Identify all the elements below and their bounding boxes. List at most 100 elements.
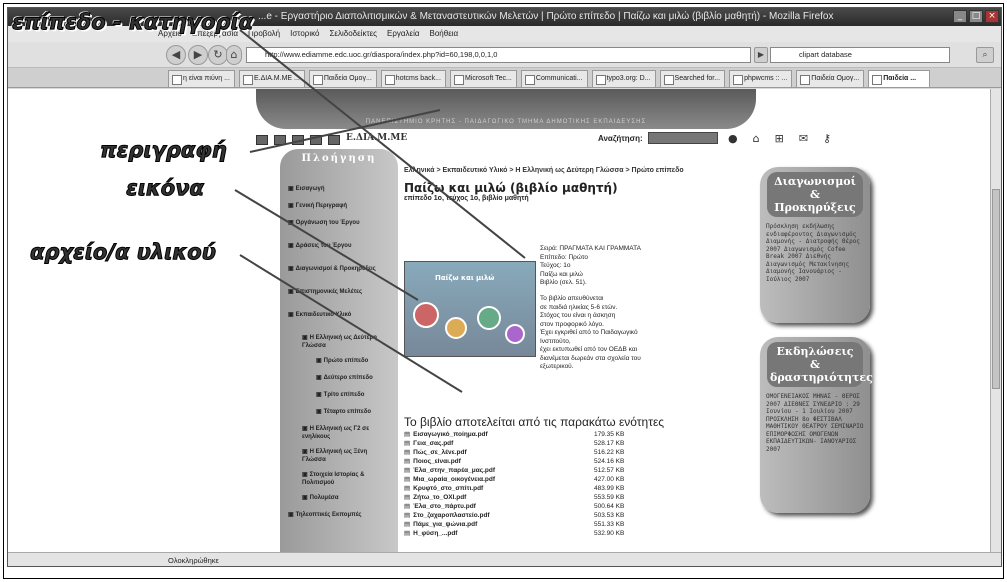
tab-1[interactable]: E.ΔΙΑ.Μ.ΜΕ ... xyxy=(238,70,305,87)
file-size: 532.90 KB xyxy=(594,530,625,537)
home-icon[interactable]: ⌂ xyxy=(753,132,760,145)
file-link[interactable]: Γεια_σας.pdf xyxy=(404,439,453,448)
menu-history[interactable]: Ιστορικό xyxy=(290,26,319,42)
go-icon[interactable]: ● xyxy=(728,132,738,145)
flower-icon xyxy=(413,302,439,328)
search-icon[interactable]: ⌕ xyxy=(976,47,994,63)
file-link[interactable]: Κρυφτό_στο_σπίτι.pdf xyxy=(404,484,483,493)
panel-events: Εκδηλώσεις & δραστηριότητες ΟΜΟΓΕΝΕΙΑΚΟΣ… xyxy=(760,337,873,513)
sidebar-item[interactable]: Τηλεοπτικές Εκπομπές xyxy=(288,511,392,519)
breadcrumb[interactable]: Ελληνικά > Εκπαιδευτικό Υλικό > Η Ελληνι… xyxy=(404,167,684,174)
sidebar-item[interactable]: Οργάνωση του Έργου xyxy=(288,219,392,227)
menu-tools[interactable]: Εργαλεία xyxy=(387,26,419,42)
view-icon-5[interactable] xyxy=(328,135,340,145)
window-controls: _ □ × xyxy=(953,10,999,23)
tab-4[interactable]: Microsoft Tec... xyxy=(449,70,517,87)
file-row: Πάμε_για_ψώνια.pdf 551.33 KB xyxy=(404,520,644,529)
file-link[interactable]: Πάμε_για_ψώνια.pdf xyxy=(404,520,477,529)
tab-0[interactable]: η είναι πιύνη ... xyxy=(168,70,235,87)
maximize-button[interactable]: □ xyxy=(969,10,983,23)
file-link[interactable]: Πώς_σε_λένε.pdf xyxy=(404,448,467,457)
sidebar-item[interactable]: Τρίτο επίπεδο xyxy=(316,391,386,399)
menu-help[interactable]: Βοήθεια xyxy=(430,26,459,42)
search-input[interactable]: clipart database xyxy=(770,47,950,63)
sidebar-item[interactable]: Διαγωνισμοί & Προκηρύξεις xyxy=(288,265,392,273)
sidebar-item[interactable]: Πρώτο επίπεδο xyxy=(316,357,386,365)
sidebar-item[interactable]: Γενική Περιγραφή xyxy=(288,202,392,210)
go-icon[interactable]: ▶ xyxy=(754,47,768,63)
site-header: ΠΑΝΕΠΙΣΤΗΜΙΟ ΚΡΗΤΗΣ - ΠΑΙΔΑΓΩΓΙΚΟ ΤΜΗΜΑ … xyxy=(256,89,756,129)
tab-3[interactable]: hotcms back... xyxy=(380,70,446,87)
sidebar-item[interactable]: Τέταρτο επίπεδο xyxy=(316,408,386,416)
sidebar-item[interactable]: Η Ελληνική ως Ξένη Γλώσσα xyxy=(302,448,388,464)
annotation-description: περιγραφή xyxy=(100,138,228,163)
sidebar-item[interactable]: Δράσεις του Έργου xyxy=(288,242,392,250)
file-row: Στο_ζαχαροπλαστείο.pdf 503.53 KB xyxy=(404,511,644,520)
file-link[interactable]: Έλα_στην_παρέα_μας.pdf xyxy=(404,466,495,475)
file-row: Έλα_στο_πάρτυ.pdf 500.64 KB xyxy=(404,502,644,511)
tab-5[interactable]: Communicati... xyxy=(520,70,588,87)
tab-8[interactable]: phpwcms :: ... xyxy=(729,70,793,87)
sitemap-icon[interactable]: ⊞ xyxy=(775,132,784,145)
menu-bookmarks[interactable]: Σελιδοδείκτες xyxy=(329,26,377,42)
panel-body[interactable]: ΟΜΟΓΕΝΕΙΑΚΟΣ ΜΗΝΑΣ - ΘΕΡΟΣ 2007 ΔΙΕΘΝΕΣ … xyxy=(766,393,864,453)
tab-6[interactable]: typo3.org: D... xyxy=(591,70,656,87)
file-size: 179.35 KB xyxy=(594,431,625,438)
key-icon[interactable]: ⚷ xyxy=(823,132,831,145)
meta-line: Επίπεδο: Πρώτο xyxy=(540,253,588,261)
url-input[interactable]: http://www.ediamme.edc.uoc.gr/diaspora/i… xyxy=(246,47,751,63)
file-size: 528.17 KB xyxy=(594,440,625,447)
tab-2[interactable]: Παιδεία Ομογ... xyxy=(308,70,377,87)
book-meta: Σειρά: ΠΡΑΓΜΑΤΑ ΚΑΙ ΓΡΑΜΜΑΤΑ Επίπεδο: Πρώ… xyxy=(540,245,680,288)
sidebar-item[interactable]: Δεύτερο επίπεδο xyxy=(316,374,386,382)
close-button[interactable]: × xyxy=(985,10,999,23)
file-link[interactable]: Ποιος_είναι.pdf xyxy=(404,457,461,466)
sidebar-item[interactable]: Η Ελληνική ως Γ2 σε ενηλίκους xyxy=(302,425,388,441)
tab-10[interactable]: Παιδεία ... xyxy=(868,70,931,87)
minimize-button[interactable]: _ xyxy=(953,10,967,23)
panel-body[interactable]: Πρόσκληση εκδήλωσης ενδιαφέροντος Διαγων… xyxy=(766,223,864,283)
sidebar-item[interactable]: Στοιχεία Ιστορίας & Πολιτισμού xyxy=(302,471,388,487)
sidebar-item[interactable]: Πολυμέσα xyxy=(302,494,388,502)
book-description: Το βιβλίο απευθύνεται σε παιδιά ηλικίας 5… xyxy=(540,295,688,372)
file-row: Έλα_στην_παρέα_μας.pdf 512.57 KB xyxy=(404,466,644,475)
view-icon-3[interactable] xyxy=(292,135,304,145)
home-icon[interactable]: ⌂ xyxy=(226,45,242,65)
meta-line: Σειρά: ΠΡΑΓΜΑΤΑ ΚΑΙ ΓΡΑΜΜΑΤΑ xyxy=(540,245,641,252)
flower-icon xyxy=(445,317,467,339)
annotation-image: εικόνα xyxy=(126,176,205,201)
file-link[interactable]: Στο_ζαχαροπλαστείο.pdf xyxy=(404,511,489,520)
file-link[interactable]: Εισαγωγικό_ποίημα.pdf xyxy=(404,430,488,439)
reload-icon[interactable]: ↻ xyxy=(208,45,228,65)
forward-icon[interactable]: ▶ xyxy=(188,45,208,65)
tab-9[interactable]: Παιδεία Ομογ... xyxy=(796,70,865,87)
file-link[interactable]: Μια_ωραία_οικογένεια.pdf xyxy=(404,475,495,484)
tab-7[interactable]: Searched for... xyxy=(659,70,726,87)
cover-title: Παίζω και μιλώ xyxy=(435,274,495,282)
mail-icon[interactable]: ✉ xyxy=(799,132,808,145)
file-link[interactable]: Έλα_στο_πάρτυ.pdf xyxy=(404,502,476,511)
sidebar-item[interactable]: Εκπαιδευτικό Υλικό xyxy=(288,311,392,319)
site-search-label: Αναζήτηση: xyxy=(598,134,643,143)
file-link[interactable]: Η_φύση_...pdf xyxy=(404,529,457,538)
sidebar-item[interactable]: Εισαγωγή xyxy=(288,185,392,193)
scrollbar-thumb[interactable] xyxy=(992,189,1000,389)
file-row: Κρυφτό_στο_σπίτι.pdf 483.99 KB xyxy=(404,484,644,493)
vertical-scrollbar[interactable] xyxy=(990,89,1001,552)
file-size: 551.33 KB xyxy=(594,521,625,528)
view-icon-4[interactable] xyxy=(310,135,322,145)
file-link[interactable]: Ζήτω_το_ΟΧΙ.pdf xyxy=(404,493,466,502)
book-cover-image: Παίζω και μιλώ xyxy=(404,261,536,357)
site-search-input[interactable] xyxy=(648,132,718,144)
file-size: 524.16 KB xyxy=(594,458,625,465)
sidebar-item[interactable]: Επιστημονικές Μελέτες xyxy=(288,288,392,296)
sidebar-item[interactable]: Η Ελληνική ως Δεύτερη Γλώσσα xyxy=(302,334,388,350)
view-icons xyxy=(256,135,340,145)
page-title: Παίζω και μιλώ (βιβλίο μαθητή) xyxy=(404,181,618,195)
description-line: σε παιδιά ηλικίας 5-6 ετών. xyxy=(540,303,618,311)
site-brand[interactable]: Ε.ΔΙΑ.Μ.ΜΕ xyxy=(346,133,407,143)
view-icon-1[interactable] xyxy=(256,135,268,145)
back-icon[interactable]: ◀ xyxy=(166,45,186,65)
status-bar: Ολοκληρώθηκε xyxy=(8,552,1001,566)
view-icon-2[interactable] xyxy=(274,135,286,145)
